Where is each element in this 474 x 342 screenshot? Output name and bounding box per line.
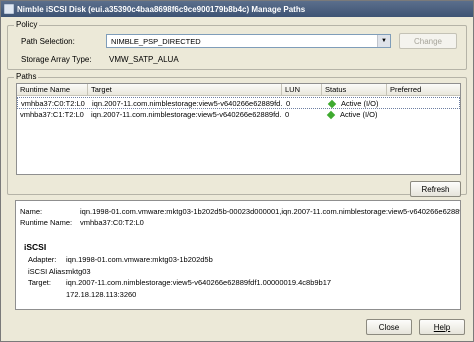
paths-group-label: Paths: [14, 72, 39, 81]
chevron-down-icon[interactable]: ▼: [377, 35, 390, 47]
window-title: Nimble iSCSI Disk (eui.a35390c4baa8698f6…: [17, 4, 306, 14]
column-header-target[interactable]: Target: [88, 84, 282, 96]
column-header-runtime-name[interactable]: Runtime Name: [17, 84, 88, 96]
target-label: Target:: [28, 278, 51, 287]
iscsi-alias-value: mktg03: [66, 267, 91, 276]
refresh-button[interactable]: Refresh: [410, 181, 461, 197]
iscsi-alias-label: iSCSI Alias:: [28, 267, 68, 276]
table-row[interactable]: vmhba37:C0:T2:L0 iqn.2007-11.com.nimbles…: [17, 97, 460, 109]
title-bar: Nimble iSCSI Disk (eui.a35390c4baa8698f6…: [1, 1, 473, 17]
target-address: 172.18.128.113:3260: [66, 290, 137, 299]
cell-status: Active (I/O): [322, 109, 387, 121]
cell-target: iqn.2007-11.com.nimblestorage:view5-v640…: [91, 110, 282, 119]
name-label: Name:: [20, 207, 43, 216]
table-row[interactable]: vmhba37:C1:T2:L0 iqn.2007-11.com.nimbles…: [17, 109, 460, 121]
help-button-label: Help: [433, 322, 451, 332]
adapter-value: iqn.1998-01.com.vmware:mktg03-1b202d5b: [66, 255, 213, 264]
active-status-icon: [326, 110, 336, 120]
help-button[interactable]: Help: [419, 319, 465, 335]
status-text: Active (I/O): [340, 110, 378, 119]
policy-group-label: Policy: [14, 20, 40, 29]
storage-array-type-label: Storage Array Type:: [21, 55, 92, 64]
runtime-name-label: Runtime Name:: [20, 218, 73, 227]
runtime-name-value: vmhba37:C0:T2:L0: [80, 218, 144, 227]
adapter-label: Adapter:: [28, 255, 57, 264]
iscsi-section-title: iSCSI: [24, 242, 47, 252]
cell-runtime-name: vmhba37:C1:T2:L0: [20, 110, 84, 119]
manage-paths-dialog: Nimble iSCSI Disk (eui.a35390c4baa8698f6…: [0, 0, 474, 342]
paths-table-header: Runtime Name Target LUN Status Preferred: [17, 84, 460, 96]
status-text: Active (I/O): [341, 99, 379, 108]
path-selection-label: Path Selection:: [21, 37, 75, 46]
change-button[interactable]: Change: [399, 33, 457, 49]
storage-array-type-value: VMW_SATP_ALUA: [109, 55, 179, 64]
cell-preferred: [387, 109, 460, 121]
disk-icon: [4, 4, 14, 14]
path-details-panel: Name: iqn.1998-01.com.vmware:mktg03-1b20…: [15, 200, 461, 310]
close-button[interactable]: Close: [366, 319, 412, 335]
target-value: iqn.2007-11.com.nimblestorage:view5-v640…: [66, 278, 332, 287]
cell-lun: 0: [285, 110, 290, 119]
active-status-icon: [327, 99, 337, 109]
column-header-lun[interactable]: LUN: [282, 84, 322, 96]
path-selection-value: NIMBLE_PSP_DIRECTED: [111, 37, 201, 46]
column-header-preferred[interactable]: Preferred: [387, 84, 460, 96]
column-header-status[interactable]: Status: [322, 84, 387, 96]
path-selection-dropdown[interactable]: NIMBLE_PSP_DIRECTED ▼: [106, 34, 391, 48]
paths-table: Runtime Name Target LUN Status Preferred…: [16, 83, 461, 175]
name-value: iqn.1998-01.com.vmware:mktg03-1b202d5b-0…: [80, 207, 461, 216]
